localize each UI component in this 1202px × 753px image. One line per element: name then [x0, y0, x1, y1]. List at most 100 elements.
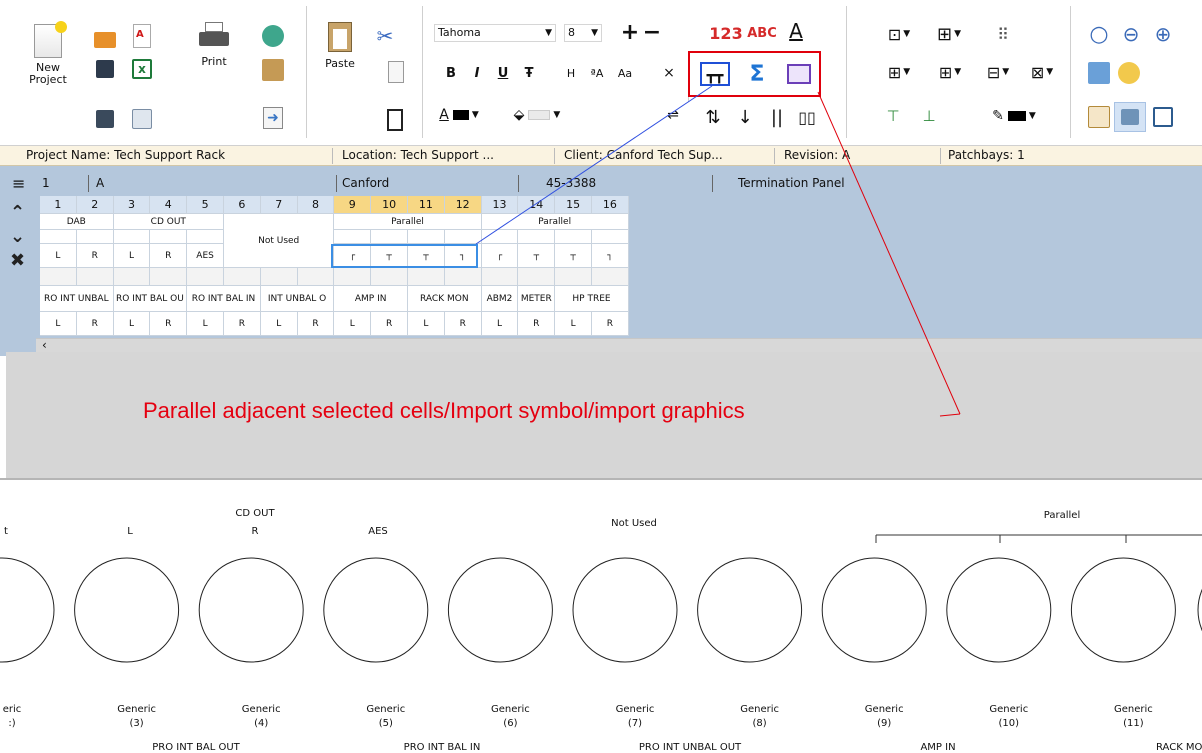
- border-style-dropdown-2[interactable]: ⊞ ▼: [928, 60, 972, 84]
- page-setup-icon[interactable]: [1086, 60, 1112, 86]
- group-spacer-cell[interactable]: [555, 230, 592, 244]
- group-spacer-cell[interactable]: [371, 230, 408, 244]
- empty-cell[interactable]: [113, 268, 151, 286]
- channel-cell[interactable]: R: [371, 312, 408, 336]
- channel-cell[interactable]: L: [113, 312, 151, 336]
- column-header[interactable]: 3: [113, 196, 151, 214]
- excel-export-icon[interactable]: x: [129, 56, 155, 82]
- column-header[interactable]: 9: [334, 196, 372, 214]
- column-header[interactable]: 16: [592, 196, 629, 214]
- jack-circle[interactable]: [697, 557, 803, 663]
- group-label-cell[interactable]: DAB: [40, 214, 114, 230]
- horizontal-scrollbar[interactable]: ‹: [36, 338, 1202, 352]
- mixedcase-button[interactable]: ªA: [586, 62, 608, 84]
- zoom-in-icon[interactable]: ⊕: [1148, 20, 1178, 48]
- channel-cell[interactable]: AES: [187, 244, 224, 268]
- group-label-cell[interactable]: METER: [518, 286, 556, 312]
- empty-cell[interactable]: [334, 268, 372, 286]
- channel-cell[interactable]: L: [113, 244, 151, 268]
- jack-circle[interactable]: [198, 557, 304, 663]
- channel-cell[interactable]: R: [76, 244, 114, 268]
- font-color-picker[interactable]: A ▼: [434, 104, 484, 126]
- patch-library-icon[interactable]: [260, 56, 286, 84]
- empty-cell[interactable]: [481, 268, 519, 286]
- grid-layout-dropdown[interactable]: ⊞ ▼: [926, 22, 972, 46]
- channel-cell[interactable]: R: [150, 244, 188, 268]
- paste-special-icon[interactable]: [383, 106, 407, 134]
- column-header[interactable]: 5: [187, 196, 224, 214]
- group-spacer-cell[interactable]: [481, 230, 519, 244]
- group-label-cell[interactable]: AMP IN: [334, 286, 408, 312]
- text-direction-icon[interactable]: A: [782, 18, 810, 44]
- empty-cell[interactable]: [40, 268, 77, 286]
- jack-circle[interactable]: [447, 557, 553, 663]
- channel-cell[interactable]: L: [40, 244, 77, 268]
- zoom-out-icon[interactable]: ⊖: [1116, 20, 1146, 48]
- paste-button[interactable]: Paste: [318, 22, 362, 70]
- empty-cell[interactable]: [555, 268, 592, 286]
- list-view-icon[interactable]: [1150, 104, 1176, 130]
- column-header[interactable]: 12: [444, 196, 482, 214]
- column-header[interactable]: 13: [481, 196, 519, 214]
- group-label-cell[interactable]: Parallel: [481, 214, 629, 230]
- edit-project-icon[interactable]: [92, 106, 118, 132]
- font-name-dropdown[interactable]: Tahoma ▼: [434, 24, 556, 42]
- column-header[interactable]: 14: [518, 196, 556, 214]
- column-header[interactable]: 1: [40, 196, 77, 214]
- empty-cell[interactable]: [444, 268, 482, 286]
- channel-cell[interactable]: L: [334, 312, 372, 336]
- group-spacer-cell[interactable]: [150, 230, 188, 244]
- export-image-icon[interactable]: [129, 106, 155, 132]
- channel-cell[interactable]: R: [224, 312, 261, 336]
- spellcheck-icon[interactable]: ABC: [746, 22, 778, 44]
- group-label-cell[interactable]: RO INT UNBAL: [40, 286, 114, 312]
- empty-cell[interactable]: [224, 268, 261, 286]
- channel-cell[interactable]: R: [150, 312, 188, 336]
- uppercase-button[interactable]: H: [562, 62, 580, 84]
- column-header[interactable]: 2: [76, 196, 114, 214]
- group-label-cell[interactable]: RO INT BAL IN: [187, 286, 261, 312]
- column-header[interactable]: 4: [150, 196, 188, 214]
- empty-cell[interactable]: [187, 268, 224, 286]
- open-folder-icon[interactable]: [92, 24, 118, 50]
- export-pdf-icon[interactable]: A: [129, 22, 155, 50]
- import-arrow-icon[interactable]: ➜: [260, 104, 286, 132]
- group-label-cell[interactable]: RO INT BAL OU: [113, 286, 188, 312]
- jack-circle[interactable]: [821, 557, 927, 663]
- channel-cell[interactable]: ┬: [518, 244, 556, 268]
- font-size-dropdown[interactable]: 8 ▼: [564, 24, 602, 42]
- empty-cell[interactable]: [150, 268, 188, 286]
- strikethrough-button[interactable]: Ŧ: [520, 62, 538, 84]
- camera-icon[interactable]: [1116, 60, 1142, 86]
- group-spacer-cell[interactable]: [334, 230, 372, 244]
- column-header[interactable]: 15: [555, 196, 592, 214]
- jack-circle[interactable]: [572, 557, 678, 663]
- border-style-dropdown-4[interactable]: ⊠ ▼: [1020, 60, 1064, 84]
- channel-cell[interactable]: R: [76, 312, 114, 336]
- align-top-icon[interactable]: ⊤: [880, 104, 906, 128]
- line-color-picker[interactable]: ✎ ▼: [984, 104, 1044, 128]
- empty-cell[interactable]: [592, 268, 629, 286]
- group-label-cell[interactable]: INT UNBAL O: [260, 286, 335, 312]
- channel-cell[interactable]: R: [297, 312, 335, 336]
- bold-button[interactable]: B: [442, 62, 460, 84]
- jack-circle[interactable]: [74, 557, 180, 663]
- group-label-cell[interactable]: Parallel: [334, 214, 482, 230]
- channel-cell[interactable]: R: [518, 312, 556, 336]
- increase-font-icon[interactable]: +: [620, 20, 640, 45]
- jack-circle[interactable]: [323, 557, 429, 663]
- preview-toggle-icon[interactable]: [1114, 102, 1146, 132]
- group-spacer-cell[interactable]: [113, 230, 151, 244]
- group-label-cell[interactable]: CD OUT: [113, 214, 224, 230]
- chevron-down-icon[interactable]: ⌄: [10, 226, 25, 247]
- empty-cell[interactable]: [371, 268, 408, 286]
- move-down-icon[interactable]: ↓: [732, 104, 758, 130]
- group-spacer-cell[interactable]: [408, 230, 445, 244]
- column-header[interactable]: 7: [260, 196, 298, 214]
- new-project-button[interactable]: New Project: [26, 21, 70, 86]
- close-icon[interactable]: ✖: [10, 250, 25, 271]
- scroll-left-icon[interactable]: ‹: [42, 338, 47, 352]
- group-label-cell[interactable]: RACK MON: [408, 286, 482, 312]
- swap-order-icon[interactable]: ⇅: [700, 104, 726, 130]
- channel-cell[interactable]: ┬: [555, 244, 592, 268]
